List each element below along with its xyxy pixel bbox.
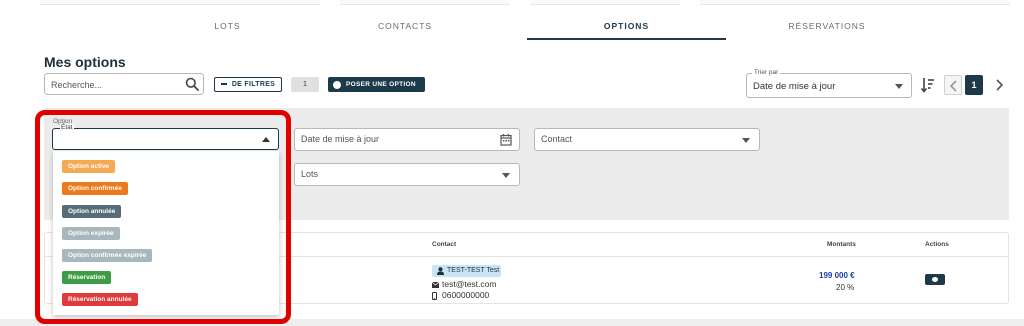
view-action-button[interactable] — [925, 274, 945, 285]
search-input[interactable] — [51, 77, 181, 92]
sort-direction-icon[interactable] — [920, 76, 936, 94]
chevron-down-icon — [502, 173, 510, 178]
tab-options[interactable]: OPTIONS — [527, 14, 726, 40]
lots-filter-placeholder: Lots — [301, 169, 319, 179]
filters-button[interactable]: DE FILTRES — [214, 77, 282, 92]
search-box — [44, 73, 204, 95]
column-header-contact: Contact — [432, 241, 457, 248]
page-title: Mes options — [44, 54, 126, 70]
contact-phone: 0600000000 — [442, 290, 490, 300]
minus-icon — [220, 83, 227, 85]
chevron-right-icon — [996, 79, 1004, 91]
contact-name: TEST-TEST Test — [447, 267, 500, 274]
date-filter-field[interactable]: Date de mise à jour — [294, 128, 520, 151]
contact-filter-field[interactable]: Contact — [534, 128, 760, 151]
filters-label: DE FILTRES — [231, 81, 276, 88]
amount-percent: 20 % — [836, 283, 855, 292]
tab-reservations[interactable]: RÉSERVATIONS — [752, 14, 902, 40]
current-page[interactable]: 1 — [965, 75, 983, 95]
date-filter-placeholder: Date de mise à jour — [301, 134, 380, 144]
lots-filter-field[interactable]: Lots — [294, 163, 520, 186]
column-header-actions: Actions — [925, 241, 949, 248]
highlight-outline — [35, 110, 291, 324]
sort-legend: Trier par — [752, 69, 781, 76]
phone-icon — [432, 291, 437, 300]
contact-email[interactable]: test@test.com — [442, 279, 496, 289]
filters-count-badge: 1 — [291, 77, 319, 92]
search-icon[interactable] — [185, 77, 199, 91]
chevron-down-icon — [742, 138, 750, 143]
next-page-button[interactable] — [990, 75, 1008, 95]
sort-value: Date de mise à jour — [753, 81, 836, 92]
add-option-button[interactable]: POSER UNE OPTION — [328, 77, 425, 92]
tab-lots[interactable]: LOTS — [155, 14, 300, 40]
plus-circle-icon — [333, 80, 341, 89]
user-icon — [437, 267, 444, 275]
contact-email-line: test@test.com — [431, 279, 496, 289]
contact-chip[interactable]: TEST-TEST Test — [432, 265, 501, 277]
previous-page-button[interactable] — [944, 75, 962, 95]
amount-value: 199 000 € — [819, 271, 855, 280]
envelope-icon — [431, 281, 440, 288]
add-option-label: POSER UNE OPTION — [346, 81, 416, 88]
eye-icon — [932, 277, 938, 282]
chevron-down-icon — [895, 84, 903, 89]
contact-filter-placeholder: Contact — [541, 134, 573, 144]
chevron-left-icon — [949, 80, 957, 92]
contact-phone-line: 0600000000 — [432, 290, 489, 300]
calendar-icon[interactable] — [500, 133, 512, 146]
column-header-amounts: Montants — [827, 241, 856, 248]
tab-contacts[interactable]: CONTACTS — [330, 14, 480, 40]
top-strip — [0, 0, 1024, 8]
